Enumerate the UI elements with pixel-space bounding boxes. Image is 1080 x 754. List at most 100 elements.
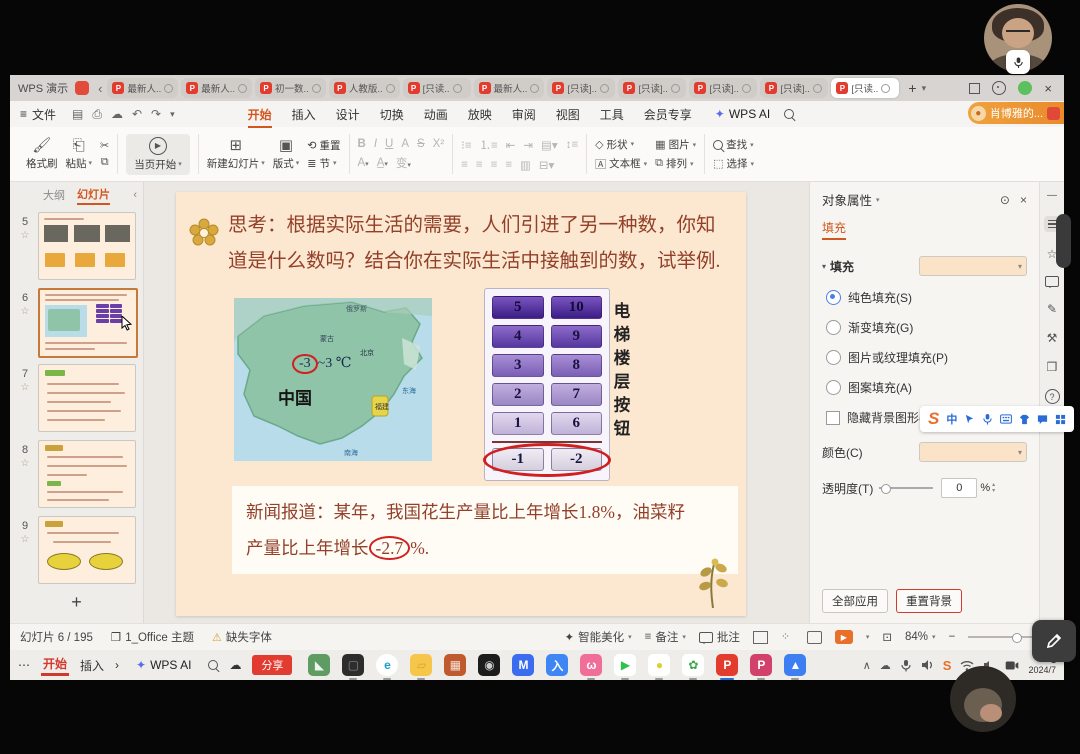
menu-home[interactable]: 开始 bbox=[239, 103, 281, 126]
document-tab[interactable]: P[只读].. bbox=[689, 78, 757, 98]
star-icon[interactable]: ☆ bbox=[21, 306, 30, 317]
quick-access-caret-icon[interactable]: ▾ bbox=[170, 109, 175, 120]
toolbox-grid-icon[interactable] bbox=[1055, 414, 1066, 425]
layout-button[interactable]: ▣ 版式▾ bbox=[273, 138, 300, 171]
play-options-caret-icon[interactable]: ▾ bbox=[866, 633, 870, 641]
undo-icon[interactable]: ↶ bbox=[132, 107, 142, 121]
pink-p-app-icon[interactable]: P bbox=[750, 654, 772, 676]
close-window-icon[interactable]: × bbox=[1044, 81, 1052, 96]
cut-icon[interactable]: ✂ bbox=[100, 139, 109, 152]
document-tab[interactable]: P[只读.. bbox=[403, 78, 471, 98]
slide-title-textbox[interactable]: 思考：根据实际生活的需要，人们引进了另一种数，你知 道是什么数吗？结合你在实际生… bbox=[228, 208, 736, 280]
print-icon[interactable]: ⎙ bbox=[92, 107, 102, 122]
slide-sorter-view-icon[interactable]: ⁘ bbox=[781, 632, 794, 643]
menu-animation[interactable]: 动画 bbox=[415, 103, 457, 126]
fill-tab[interactable]: 填充 bbox=[822, 219, 846, 240]
bullet-list-button[interactable]: ⁝≡ bbox=[461, 138, 471, 152]
font-color-picker[interactable]: A▾ bbox=[358, 157, 369, 169]
integration-icon[interactable] bbox=[992, 81, 1006, 95]
fill-color-dropdown[interactable]: ▾ bbox=[919, 256, 1027, 276]
sogou-logo-icon[interactable]: S bbox=[928, 409, 939, 429]
mini-search-icon[interactable] bbox=[208, 660, 218, 670]
blue-m-app-icon[interactable]: M bbox=[512, 654, 534, 676]
mini-wps-ai-button[interactable]: ✦ WPS AI bbox=[130, 658, 197, 672]
wps-ai-button[interactable]: ✦ WPS AI bbox=[709, 107, 776, 121]
document-tab-active[interactable]: P[只读.. bbox=[831, 78, 899, 98]
menu-review[interactable]: 审阅 bbox=[503, 103, 545, 126]
pin-panel-icon[interactable]: ⊙ bbox=[1000, 193, 1010, 207]
text-cursor-icon[interactable] bbox=[964, 413, 975, 425]
superscript-button[interactable]: X² bbox=[433, 138, 445, 150]
find-button[interactable]: 查找▾ bbox=[713, 137, 754, 152]
blue-app-icon[interactable]: 入 bbox=[546, 654, 568, 676]
comments-button[interactable]: 批注 bbox=[699, 629, 740, 645]
zoom-out-button[interactable]: − bbox=[949, 631, 956, 643]
panel-collapse-handle[interactable] bbox=[1056, 214, 1071, 268]
annotate-pen-icon[interactable]: ✎ bbox=[1047, 302, 1057, 316]
cloud-sync-icon[interactable]: ☁ bbox=[111, 107, 123, 121]
textbox-button[interactable]: 🄰文本框▾ bbox=[595, 156, 647, 172]
reading-view-icon[interactable] bbox=[807, 631, 822, 644]
outdent-button[interactable]: ⇤ bbox=[506, 138, 516, 152]
zoom-slider[interactable] bbox=[968, 636, 1034, 638]
wps-account-icon[interactable] bbox=[1018, 81, 1032, 95]
slide-thumbnail-9[interactable]: 9☆ bbox=[10, 512, 143, 588]
apply-all-button[interactable]: 全部应用 bbox=[822, 589, 888, 613]
star-icon[interactable]: ☆ bbox=[21, 458, 30, 469]
green-play-app-icon[interactable]: ▶ bbox=[614, 654, 636, 676]
camera-icon[interactable] bbox=[1005, 660, 1019, 671]
chat-bubble-icon[interactable] bbox=[1037, 414, 1048, 425]
mini-arrow-icon[interactable]: › bbox=[115, 658, 119, 672]
document-tab[interactable]: P最新人.. bbox=[474, 78, 545, 98]
pink-app-icon[interactable]: ω bbox=[580, 654, 602, 676]
pattern-fill-option[interactable]: 图案填充(A) bbox=[822, 379, 1027, 396]
picture-button[interactable]: ▦图片▾ bbox=[655, 137, 696, 152]
document-tab[interactable]: P[只读].. bbox=[760, 78, 828, 98]
panel-caret-icon[interactable]: ▾ bbox=[876, 196, 880, 204]
underline-button[interactable]: U bbox=[385, 138, 393, 150]
picture-texture-fill-option[interactable]: 图片或纹理填充(P) bbox=[822, 349, 1027, 366]
align-right-button[interactable]: ≡ bbox=[491, 159, 498, 171]
slide-thumbnail-8[interactable]: 8☆ bbox=[10, 436, 143, 512]
china-map-image[interactable]: 俄罗斯 蒙古 北京 福建 东海 南海 -3~3 ℃ 中国 bbox=[234, 298, 432, 461]
keyboard-icon[interactable] bbox=[1000, 414, 1012, 424]
arrange-button[interactable]: ⧉排列▾ bbox=[655, 156, 696, 171]
slide-thumbnail-7[interactable]: 7☆ bbox=[10, 360, 143, 436]
comment-bubble-icon[interactable] bbox=[1045, 276, 1059, 287]
document-tab[interactable]: P最新人.. bbox=[107, 78, 178, 98]
menu-tools[interactable]: 工具 bbox=[591, 103, 633, 126]
char-spacing-button[interactable]: 变▾ bbox=[396, 155, 411, 171]
justify-button[interactable]: ≡ bbox=[505, 159, 512, 171]
mic-button-overlay[interactable] bbox=[1006, 50, 1030, 74]
zoom-level[interactable]: 84%▾ bbox=[905, 631, 936, 643]
shapes-button[interactable]: ◇形状▾ bbox=[595, 137, 647, 152]
notes-button[interactable]: ≡ 备注▾ bbox=[645, 629, 686, 645]
mountain-app-icon[interactable]: ▲ bbox=[784, 654, 806, 676]
section-collapse-icon[interactable]: ▾ bbox=[822, 262, 826, 271]
document-tab[interactable]: P最新人.. bbox=[181, 78, 252, 98]
menu-insert[interactable]: 插入 bbox=[283, 103, 325, 126]
number-list-button[interactable]: ⒈≡ bbox=[480, 137, 498, 153]
user-account-badge[interactable]: ● 肖博雅的... bbox=[968, 102, 1064, 124]
elevator-buttons-image[interactable]: 510 49 38 27 16 -1 -2 bbox=[484, 288, 610, 481]
close-panel-icon[interactable]: × bbox=[1020, 193, 1027, 207]
reset-background-button[interactable]: 重置背景 bbox=[896, 589, 962, 613]
file-menu[interactable]: ≡ 文件 bbox=[20, 106, 56, 123]
dark-app-icon[interactable]: ▢ bbox=[342, 654, 364, 676]
add-slide-button[interactable]: + bbox=[10, 588, 143, 617]
menu-design[interactable]: 设计 bbox=[327, 103, 369, 126]
file-explorer-icon[interactable]: ▱ bbox=[410, 654, 432, 676]
star-icon[interactable]: ☆ bbox=[21, 534, 30, 545]
document-tab[interactable]: P人教版.. bbox=[329, 78, 400, 98]
photos-app-icon[interactable]: ◣ bbox=[308, 654, 330, 676]
gradient-fill-option[interactable]: 渐变填充(G) bbox=[822, 319, 1027, 336]
menu-slideshow[interactable]: 放映 bbox=[459, 103, 501, 126]
paste-button[interactable]: ⎗ 粘贴▾ bbox=[66, 138, 93, 171]
font-color-button[interactable]: A bbox=[401, 138, 409, 150]
transparency-slider[interactable] bbox=[879, 487, 933, 489]
indent-button[interactable]: ⇥ bbox=[523, 138, 533, 152]
restore-window-icon[interactable] bbox=[969, 83, 980, 94]
smartart-button[interactable]: ⊟▾ bbox=[539, 158, 554, 172]
reset-button[interactable]: ⟲重置 bbox=[307, 138, 340, 153]
menu-membership[interactable]: 会员专享 bbox=[635, 103, 701, 126]
